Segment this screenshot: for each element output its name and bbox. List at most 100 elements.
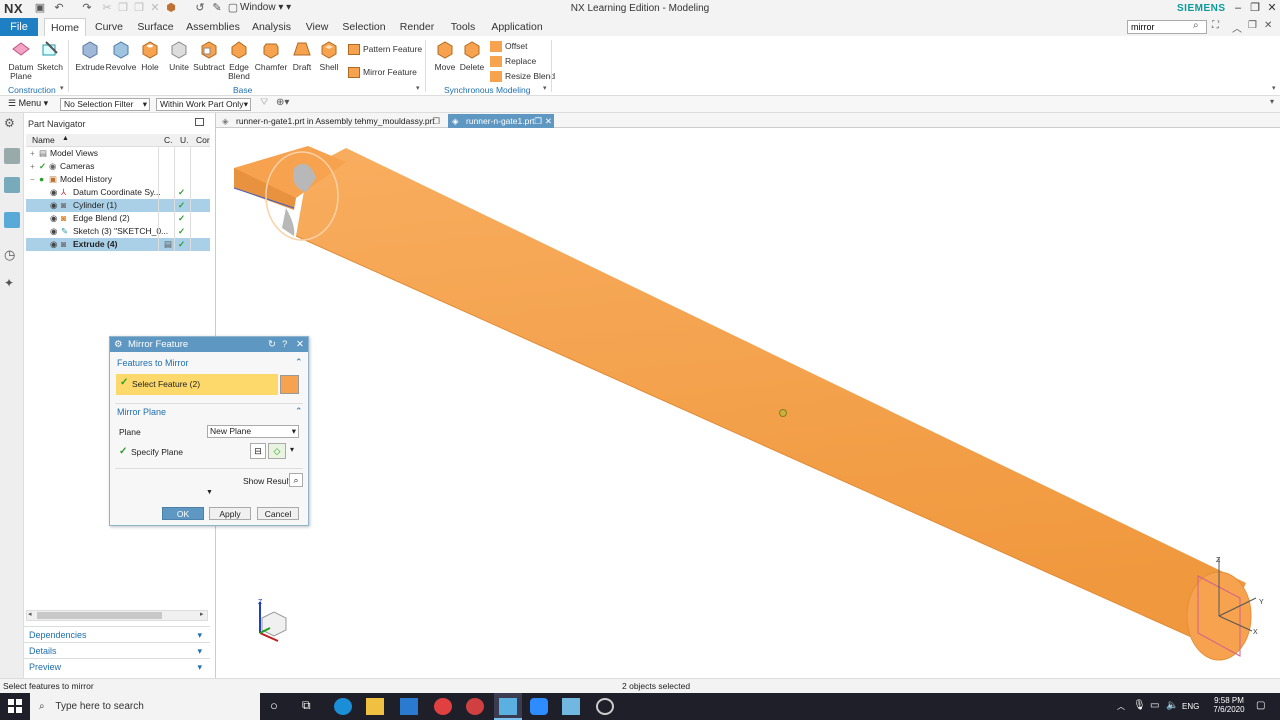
plane-dialog-icon[interactable]: ⊟ [250, 443, 266, 459]
nx-taskbar-active[interactable] [494, 693, 522, 720]
mail-icon[interactable] [400, 698, 418, 715]
tab-active-part[interactable]: ◈ runner-n-gate1.prt ❐ ✕ [448, 114, 554, 128]
tab-application[interactable]: Application [490, 18, 544, 36]
dialog-close-icon[interactable]: ✕ [296, 337, 304, 352]
sketch-button[interactable]: Sketch [33, 39, 67, 72]
dependencies-panel[interactable]: Dependencies ▾ [24, 626, 210, 642]
eye-icon[interactable]: ◉ [50, 199, 57, 212]
extrude-button[interactable]: Extrude [73, 39, 107, 72]
tab-file[interactable]: File [0, 18, 38, 36]
scrollbar-thumb[interactable] [37, 612, 162, 619]
tab-curve[interactable]: Curve [90, 18, 128, 36]
clock[interactable]: 9:58 PM 7/6/2020 [1209, 696, 1249, 714]
tab-analysis[interactable]: Analysis [249, 18, 294, 36]
tab-render[interactable]: Render [396, 18, 438, 36]
help-icon[interactable]: ? [282, 337, 287, 352]
apply-button[interactable]: Apply [209, 507, 251, 520]
part-navigator-icon[interactable] [4, 212, 20, 228]
edge-blend-button[interactable]: Edge Blend [222, 39, 256, 81]
tab-assemblies[interactable]: Assemblies [184, 18, 242, 36]
obs-icon[interactable] [596, 698, 614, 715]
ribbon-options-icon[interactable]: ▾ [1272, 84, 1276, 92]
chrome-icon[interactable] [434, 698, 452, 715]
tree-row-sketch[interactable]: ◉ ✎ Sketch (3) "SKETCH_0... ✓ [26, 225, 210, 238]
eye-icon[interactable]: ◉ [50, 212, 57, 225]
details-panel[interactable]: Details ▾ [24, 642, 210, 658]
dialog-title-bar[interactable]: ⚙ Mirror Feature ↻ ? ✕ [110, 337, 308, 352]
selection-scope-dropdown[interactable]: Within Work Part Only ▾ [156, 98, 251, 111]
selection-filter-icon[interactable]: ⛛ [260, 97, 268, 108]
constraint-navigator-icon[interactable] [4, 177, 20, 193]
scroll-right-icon[interactable]: ▸ [200, 610, 204, 618]
close-icon[interactable]: ✕ [1264, 1, 1280, 16]
offset-region-button[interactable]: Offset [490, 40, 528, 53]
eye-icon[interactable]: ◉ [50, 186, 57, 199]
tab-menu-icon[interactable]: ❐ [432, 114, 440, 128]
sort-up-icon[interactable]: ▲ [62, 135, 69, 142]
restore-ribbon-icon[interactable]: ❐ [1248, 20, 1257, 31]
tree-row-datum-csys[interactable]: ◉ ⅄ Datum Coordinate Sy... ✓ [26, 186, 210, 199]
tab-close-icon[interactable]: ✕ [545, 114, 552, 128]
notification-icon[interactable]: ▢ [1256, 700, 1265, 711]
feature-select-icon[interactable] [280, 375, 299, 394]
windows-start-icon[interactable] [8, 699, 22, 713]
tree-row-model-views[interactable]: + ▤ Model Views [26, 147, 210, 160]
plane-options-icon[interactable]: ▾ [290, 445, 294, 454]
delete-face-button[interactable]: Delete [455, 39, 489, 72]
tab-menu-icon[interactable]: ❐ [534, 114, 542, 128]
section-features-to-mirror[interactable]: Features to Mirror [117, 358, 189, 368]
base-more-icon[interactable]: ▾ [416, 84, 420, 92]
microphone-icon[interactable]: 🎙 [1133, 700, 1146, 711]
tree-row-extrude[interactable]: ◉ ◙ Extrude (4) ▤ ✓ [26, 238, 210, 251]
inferred-plane-icon[interactable]: ◇ [268, 443, 286, 459]
center-point[interactable] [779, 409, 787, 417]
fullscreen-icon[interactable]: ⛶ [1212, 20, 1219, 31]
horizontal-scrollbar[interactable]: ◂ ▸ [26, 610, 208, 621]
cylinder-body[interactable] [296, 148, 1246, 648]
search-icon[interactable]: ⌕ [1193, 20, 1199, 31]
scroll-left-icon[interactable]: ◂ [28, 610, 32, 618]
chamfer-button[interactable]: Chamfer [254, 39, 288, 72]
col-name[interactable]: Name [32, 135, 55, 145]
construction-more-icon[interactable]: ▾ [60, 84, 64, 92]
close-part-icon[interactable]: ✕ [1264, 20, 1272, 31]
file-explorer-icon[interactable] [366, 698, 384, 715]
tree-row-cameras[interactable]: + ✓ ◉ Cameras [26, 160, 210, 173]
eye-icon[interactable]: ◉ [50, 238, 57, 251]
graphics-window[interactable]: Z Y X Z [216, 128, 1280, 678]
task-view-icon[interactable]: ⧉ [302, 698, 320, 715]
restore-icon[interactable]: ❐ [1247, 1, 1263, 16]
reset-icon[interactable]: ↻ [268, 337, 276, 352]
cortana-icon[interactable]: ○ [270, 698, 288, 715]
subtract-button[interactable]: Subtract [192, 39, 226, 72]
mirror-feature-button[interactable]: Mirror Feature [348, 66, 417, 79]
collapse-section-icon[interactable]: ⌃ [295, 406, 303, 417]
tab-home[interactable]: Home [44, 18, 86, 36]
resize-blend-button[interactable]: Resize Blend [490, 70, 555, 83]
col-uptodate[interactable]: U. [180, 135, 189, 145]
replace-face-button[interactable]: Replace [490, 55, 536, 68]
ok-button[interactable]: OK [162, 507, 204, 520]
collapse-ribbon-icon[interactable]: ︿ [1232, 20, 1242, 35]
tab-surface[interactable]: Surface [133, 18, 178, 36]
menu-button[interactable]: ☰ Menu ▾ [8, 98, 48, 109]
sync-more-icon[interactable]: ▾ [543, 84, 547, 92]
notes-icon[interactable] [562, 698, 580, 715]
shell-button[interactable]: Shell [312, 39, 346, 72]
taskbar-search-box[interactable]: ⌕ Type here to search [30, 693, 260, 720]
preview-panel[interactable]: Preview ▾ [24, 658, 210, 674]
assembly-navigator-icon[interactable] [4, 148, 20, 164]
section-mirror-plane[interactable]: Mirror Plane [117, 407, 166, 417]
show-hidden-icons[interactable]: ︿ [1117, 701, 1125, 712]
settings-icon[interactable]: ⚙ [4, 116, 20, 132]
unite-button[interactable]: Unite [162, 39, 196, 72]
tab-selection[interactable]: Selection [340, 18, 388, 36]
tab-view[interactable]: View [300, 18, 334, 36]
tree-row-cylinder[interactable]: ◉ ◙ Cylinder (1) ✓ [26, 199, 210, 212]
tab-tools[interactable]: Tools [446, 18, 480, 36]
select-feature-row[interactable]: ✓ Select Feature (2) [116, 374, 278, 395]
edge-browser-icon[interactable] [334, 698, 352, 715]
selection-filter-dropdown[interactable]: No Selection Filter ▾ [60, 98, 150, 111]
plane-type-dropdown[interactable]: New Plane ▾ [207, 425, 299, 438]
history-icon[interactable]: ◷ [4, 247, 20, 263]
